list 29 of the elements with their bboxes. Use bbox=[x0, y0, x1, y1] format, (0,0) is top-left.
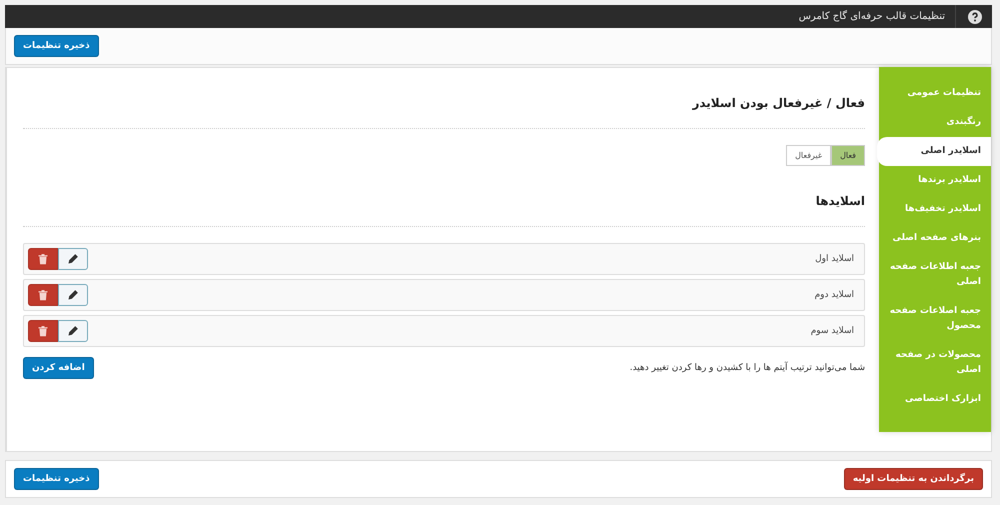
toggle-option[interactable]: فعال bbox=[831, 145, 865, 166]
toggle-option[interactable]: غیرفعال bbox=[786, 145, 832, 166]
sidebar-item[interactable]: اسلایدر اصلی bbox=[877, 137, 991, 166]
add-button[interactable]: اضافه کردن bbox=[23, 357, 94, 379]
delete-button[interactable] bbox=[28, 284, 58, 306]
delete-button[interactable] bbox=[28, 248, 58, 270]
hint-text: شما می‌توانید ترتیب آیتم ها را با کشیدن و رها کردن تغییر دهید. bbox=[630, 363, 865, 373]
save-button[interactable]: ذخیره تنظیمات bbox=[14, 35, 99, 57]
section-title: اسلایدها bbox=[814, 194, 865, 208]
slide-label: اسلاید سوم bbox=[810, 326, 854, 336]
trash-icon bbox=[37, 253, 49, 265]
delete-button[interactable] bbox=[28, 320, 58, 342]
trash-icon bbox=[37, 289, 49, 301]
edit-button[interactable] bbox=[58, 284, 88, 306]
edit-button[interactable] bbox=[58, 320, 88, 342]
pencil-icon bbox=[67, 253, 79, 265]
slide-row[interactable]: اسلاید دوم bbox=[23, 279, 865, 311]
trash-icon bbox=[37, 325, 49, 337]
save-button[interactable]: ذخیره تنظیمات bbox=[14, 468, 99, 490]
pencil-icon bbox=[67, 289, 79, 301]
slide-row[interactable]: اسلاید سوم bbox=[23, 315, 865, 347]
slide-label: اسلاید اول bbox=[815, 254, 854, 264]
edit-button[interactable] bbox=[58, 248, 88, 270]
slide-label: اسلاید دوم bbox=[814, 290, 854, 300]
help-icon[interactable] bbox=[968, 10, 982, 24]
pencil-icon bbox=[67, 325, 79, 337]
slide-row[interactable]: اسلاید اول bbox=[23, 243, 865, 275]
reset-button[interactable]: برگرداندن به تنظیمات اولیه bbox=[844, 468, 983, 490]
section-title: فعال / غیرفعال بودن اسلایدر bbox=[691, 96, 865, 110]
